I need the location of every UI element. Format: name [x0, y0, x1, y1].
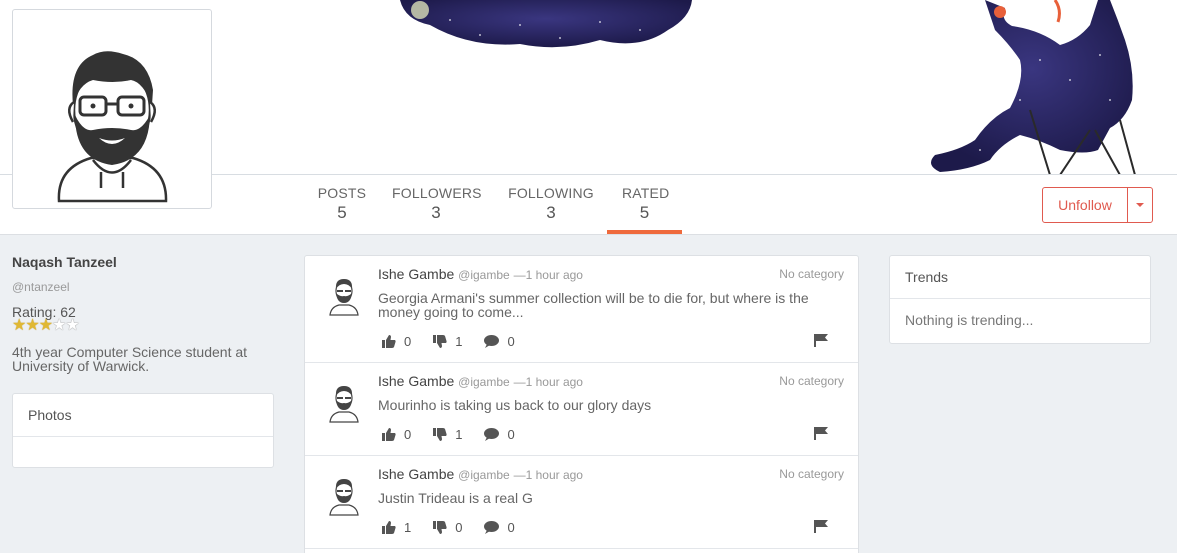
thumbs-up-icon: [382, 335, 396, 348]
stat-label: POSTS: [317, 185, 367, 201]
post-category: No category: [779, 374, 844, 388]
tab-following[interactable]: FOLLOWING 3: [507, 185, 595, 223]
dislike-button[interactable]: 1: [433, 427, 462, 442]
comment-icon: [484, 428, 500, 441]
dislike-button[interactable]: 1: [433, 334, 462, 349]
trends-panel-title: Trends: [890, 256, 1150, 299]
author-name[interactable]: Ishe Gambe: [378, 466, 454, 482]
comment-button[interactable]: 0: [484, 427, 515, 442]
unfollow-dropdown-toggle[interactable]: [1127, 188, 1152, 222]
author-avatar-icon: [329, 386, 359, 423]
author-name[interactable]: Ishe Gambe: [378, 373, 454, 389]
bearded-man-avatar-icon: [57, 51, 168, 203]
posts-feed: Ishe Gambe @igambe —1 hour ago No catego…: [304, 255, 859, 553]
post-text: Georgia Armani's summer collection will …: [378, 290, 809, 320]
star-filled-icon: ★: [12, 317, 26, 334]
unfollow-button[interactable]: Unfollow: [1043, 188, 1127, 222]
post-card[interactable]: Ishe Gambe @igambe —1 hour ago No catego…: [305, 256, 858, 363]
post-author[interactable]: Ishe Gambe @igambe —1 hour ago: [378, 466, 583, 482]
post-text: Mourinho is taking us back to our glory …: [378, 397, 652, 413]
author-avatar-icon: [329, 279, 359, 316]
post-time: —1 hour ago: [513, 375, 583, 389]
like-count: 0: [404, 427, 412, 442]
profile-avatar[interactable]: [12, 9, 212, 209]
stat-value: 5: [337, 203, 347, 222]
dislike-count: 1: [455, 334, 463, 349]
author-avatar-icon: [329, 479, 359, 516]
flag-icon[interactable]: [814, 334, 828, 347]
post-time: —1 hour ago: [513, 468, 583, 482]
star-empty-icon: ★: [65, 317, 79, 334]
dislike-count: 1: [455, 427, 463, 442]
post-actions: 1 0 0: [382, 520, 537, 535]
post-author[interactable]: Ishe Gambe @igambe —1 hour ago: [378, 373, 583, 389]
comment-count: 0: [507, 427, 515, 442]
stat-value: 3: [546, 203, 556, 222]
comment-icon: [484, 335, 500, 348]
post-actions: 0 1 0: [382, 427, 537, 442]
profile-handle: @ntanzeel: [12, 280, 70, 294]
stat-value: 5: [639, 203, 650, 222]
rating-stars: ★★★★★: [12, 317, 80, 334]
like-button[interactable]: 1: [382, 520, 411, 535]
stat-label: FOLLOWERS: [392, 185, 482, 201]
post-category: No category: [779, 467, 844, 481]
dislike-button[interactable]: 0: [433, 520, 462, 535]
author-handle: @igambe: [458, 375, 510, 389]
post-actions: 0 1 0: [382, 334, 537, 349]
post-card[interactable]: Ishe Gambe @igambe —1 hour ago No catego…: [305, 363, 858, 456]
like-count: 1: [404, 520, 412, 535]
tab-rated[interactable]: RATED 5: [607, 185, 682, 234]
trends-empty-text: Nothing is trending...: [905, 312, 1034, 328]
like-button[interactable]: 0: [382, 427, 411, 442]
like-button[interactable]: 0: [382, 334, 411, 349]
star-empty-icon: ★: [52, 317, 66, 334]
stat-label: RATED: [622, 185, 670, 201]
post-text: Justin Trideau is a real G: [378, 490, 533, 506]
post-time: —1 hour ago: [513, 268, 583, 282]
thumbs-up-icon: [382, 521, 396, 534]
unfollow-button-group: Unfollow: [1042, 187, 1153, 223]
photos-panel-body: [13, 437, 273, 450]
dislike-count: 0: [455, 520, 463, 535]
post-category: No category: [779, 267, 844, 281]
thumbs-up-icon: [382, 428, 396, 441]
thumbs-down-icon: [433, 428, 447, 441]
tab-followers[interactable]: FOLLOWERS 3: [392, 185, 482, 223]
stat-label: FOLLOWING: [508, 185, 594, 201]
author-handle: @igambe: [458, 468, 510, 482]
comment-count: 0: [507, 334, 515, 349]
star-filled-icon: ★: [38, 317, 53, 334]
author-name[interactable]: Ishe Gambe: [378, 266, 454, 282]
flag-icon[interactable]: [814, 427, 828, 440]
flag-icon[interactable]: [814, 520, 828, 533]
thumbs-down-icon: [433, 335, 447, 348]
comment-button[interactable]: 0: [484, 520, 515, 535]
caret-down-icon: [1136, 203, 1144, 207]
stat-value: 3: [431, 203, 441, 222]
tab-posts[interactable]: POSTS 5: [316, 185, 368, 223]
profile-bio: 4th year Computer Science student at Uni…: [12, 344, 248, 374]
post-card[interactable]: Ishe Gambe @igambe —1 hour ago No catego…: [305, 456, 858, 549]
comment-count: 0: [507, 520, 515, 535]
star-filled-icon: ★: [25, 317, 39, 334]
thumbs-down-icon: [433, 521, 447, 534]
comment-button[interactable]: 0: [484, 334, 515, 349]
photos-panel-title: Photos: [13, 394, 273, 437]
like-count: 0: [404, 334, 412, 349]
comment-icon: [484, 521, 500, 534]
trends-panel: Trends Nothing is trending...: [889, 255, 1151, 344]
post-author[interactable]: Ishe Gambe @igambe —1 hour ago: [378, 266, 583, 282]
profile-name: Naqash Tanzeel: [12, 254, 117, 270]
photos-panel: Photos: [12, 393, 274, 468]
author-handle: @igambe: [458, 268, 510, 282]
